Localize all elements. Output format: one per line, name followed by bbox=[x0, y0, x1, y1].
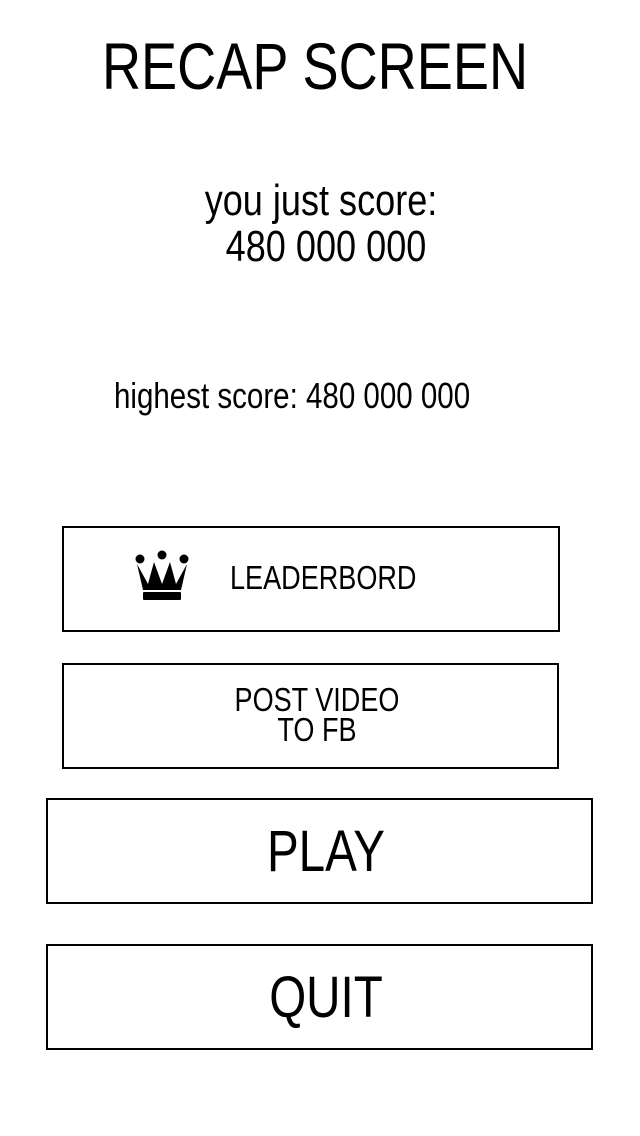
crown-icon bbox=[135, 550, 189, 600]
page-title: RECAP SCREEN bbox=[101, 29, 529, 103]
quit-label: QUIT bbox=[269, 965, 383, 1030]
quit-button[interactable]: QUIT bbox=[46, 944, 593, 1050]
highest-score: highest score: 480 000 000 bbox=[114, 375, 471, 416]
post-video-button[interactable]: POST VIDEO TO FB bbox=[62, 663, 559, 769]
play-button[interactable]: PLAY bbox=[46, 798, 593, 904]
play-label: PLAY bbox=[266, 819, 386, 884]
score-value: 480 000 000 bbox=[225, 222, 427, 271]
score-label: you just score: bbox=[204, 176, 438, 225]
leaderboard-button[interactable]: LEADERBORD bbox=[62, 526, 560, 632]
post-video-label: POST VIDEO TO FB bbox=[110, 683, 525, 748]
post-video-label-line2: TO FB bbox=[277, 711, 357, 748]
leaderboard-label: LEADERBORD bbox=[230, 559, 417, 596]
